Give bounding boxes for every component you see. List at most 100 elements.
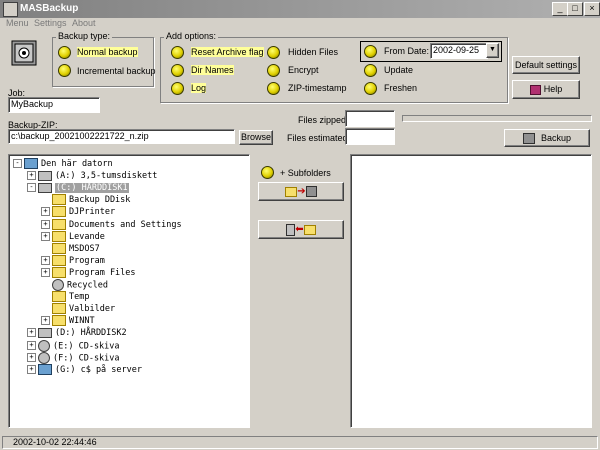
- tree-node[interactable]: + (F:) CD-skiva: [27, 351, 120, 364]
- reset-archive-flag-label[interactable]: Reset Archive flag: [191, 47, 264, 57]
- log-label[interactable]: Log: [191, 83, 207, 93]
- add-to-backup-button[interactable]: ➔: [258, 182, 344, 201]
- expand-icon[interactable]: +: [41, 316, 50, 326]
- safe-icon: [11, 40, 37, 66]
- encrypt-radio[interactable]: [267, 64, 280, 77]
- freshen-label[interactable]: Freshen: [384, 83, 417, 93]
- zip-timestamp-radio[interactable]: [267, 82, 280, 95]
- folder-icon: [52, 230, 66, 242]
- hidden-files-radio[interactable]: [267, 46, 280, 59]
- subfolders-radio[interactable]: [261, 166, 274, 179]
- folder-tree[interactable]: - Den här datorn + (A:) 3,5-tumsdiskett - (C:…: [8, 154, 250, 428]
- chevron-down-icon[interactable]: ▼: [486, 43, 499, 58]
- tree-node[interactable]: + Documents and Settings: [41, 218, 182, 231]
- collapse-icon[interactable]: -: [27, 183, 36, 193]
- tree-node-label: (C:) HÅRDDISK1: [55, 183, 129, 194]
- expand-icon[interactable]: +: [41, 267, 50, 277]
- tree-node[interactable]: + (G:) c$ på server: [27, 363, 142, 376]
- tree-node[interactable]: + Program: [41, 254, 105, 267]
- collapse-icon[interactable]: -: [13, 159, 22, 168]
- menu-about[interactable]: About: [72, 18, 96, 28]
- help-button[interactable]: Help: [512, 80, 580, 99]
- normal-backup-radio[interactable]: [58, 46, 71, 59]
- cd-drive-icon: [38, 339, 50, 352]
- from-date-radio[interactable]: [364, 45, 377, 58]
- job-input[interactable]: MyBackup: [8, 97, 100, 113]
- status-timestamp: 2002-10-02 22:44:46: [13, 437, 97, 447]
- expand-icon[interactable]: +: [41, 219, 50, 229]
- expand-icon[interactable]: +: [27, 171, 36, 181]
- subfolders-label[interactable]: + Subfolders: [280, 168, 331, 178]
- folder-icon: [52, 303, 66, 315]
- tree-node[interactable]: Temp: [41, 291, 89, 303]
- backup-type-group: [52, 37, 154, 87]
- expand-icon[interactable]: +: [41, 231, 50, 241]
- backup-label: Backup: [540, 133, 572, 143]
- tree-node[interactable]: - (C:) HÅRDDISK1: [27, 182, 129, 194]
- backup-zip-input[interactable]: c:\backup_20021002221722_n.zip: [8, 129, 235, 144]
- tree-node[interactable]: + Program Files: [41, 266, 136, 279]
- expand-icon[interactable]: +: [27, 341, 36, 350]
- tree-node[interactable]: + (E:) CD-skiva: [27, 339, 120, 352]
- hidden-files-label[interactable]: Hidden Files: [288, 47, 338, 57]
- expand-icon[interactable]: +: [27, 364, 36, 374]
- tree-node[interactable]: Recycled: [41, 279, 108, 291]
- tree-node[interactable]: Backup DDisk: [41, 194, 130, 206]
- menu-menu[interactable]: Menu: [6, 18, 29, 28]
- freshen-radio[interactable]: [364, 82, 377, 95]
- from-date-label[interactable]: From Date:: [384, 46, 429, 56]
- tree-node[interactable]: - Den här datorn: [13, 158, 113, 170]
- folder-icon: [52, 206, 66, 218]
- folder-icon: [52, 194, 66, 206]
- status-bar: 2002-10-02 22:44:46: [0, 434, 600, 450]
- backup-type-title: Backup type:: [56, 31, 113, 41]
- network-drive-icon: [38, 363, 52, 375]
- dir-names-radio[interactable]: [171, 64, 184, 77]
- hard-drive-icon: [38, 327, 52, 338]
- browse-button[interactable]: Browse: [239, 130, 273, 145]
- normal-backup-label[interactable]: Normal backup: [77, 47, 138, 57]
- folder-icon: [285, 186, 298, 197]
- minimize-button[interactable]: _: [552, 2, 568, 16]
- expand-icon[interactable]: +: [41, 255, 50, 265]
- title-bar: MASBackup _ □ ×: [0, 0, 600, 18]
- zip-timestamp-label[interactable]: ZIP-timestamp: [288, 83, 347, 93]
- backup-button[interactable]: Backup: [504, 129, 590, 147]
- computer-icon: [24, 158, 38, 169]
- menu-settings[interactable]: Settings: [34, 18, 67, 28]
- expand-icon[interactable]: +: [41, 207, 50, 217]
- tree-node-label: Documents and Settings: [69, 219, 182, 230]
- update-label[interactable]: Update: [384, 65, 413, 75]
- incremental-backup-label[interactable]: Incremental backup: [77, 66, 156, 76]
- incremental-backup-radio[interactable]: [58, 64, 71, 77]
- remove-from-backup-button[interactable]: ⬅: [258, 220, 344, 239]
- tree-node-label: Backup DDisk: [69, 195, 131, 206]
- maximize-button[interactable]: □: [567, 2, 583, 16]
- tree-node-label: Valbilder: [69, 304, 116, 315]
- tree-node[interactable]: + (A:) 3,5-tumsdiskett: [27, 170, 157, 182]
- tree-node-label: Recycled: [67, 280, 108, 291]
- backup-list[interactable]: [350, 154, 592, 428]
- encrypt-label[interactable]: Encrypt: [288, 65, 319, 75]
- tree-node[interactable]: + WINNT: [41, 315, 95, 327]
- safe-small-icon: [305, 186, 317, 198]
- dir-names-label[interactable]: Dir Names: [191, 65, 234, 75]
- help-label: Help: [543, 84, 563, 94]
- expand-icon[interactable]: +: [27, 353, 36, 363]
- reset-archive-flag-radio[interactable]: [171, 46, 184, 59]
- close-button[interactable]: ×: [584, 2, 600, 16]
- tree-node[interactable]: Valbilder: [41, 303, 115, 315]
- backup-icon: [522, 133, 535, 145]
- default-settings-button[interactable]: Default settings: [512, 56, 580, 74]
- log-radio[interactable]: [171, 82, 184, 95]
- tree-node-label: Program Files: [69, 267, 136, 278]
- tree-node[interactable]: + Levande: [41, 230, 105, 243]
- update-radio[interactable]: [364, 64, 377, 77]
- tree-node[interactable]: + (D:) HÅRDDISK2: [27, 327, 127, 339]
- window-title: MASBackup: [20, 3, 79, 14]
- tree-node[interactable]: + DJPrinter: [41, 206, 115, 218]
- from-date-select[interactable]: 2002-09-25: [430, 43, 488, 59]
- tree-node[interactable]: MSDOS7: [41, 242, 100, 255]
- expand-icon[interactable]: +: [27, 328, 36, 338]
- progress-bar: [402, 115, 592, 122]
